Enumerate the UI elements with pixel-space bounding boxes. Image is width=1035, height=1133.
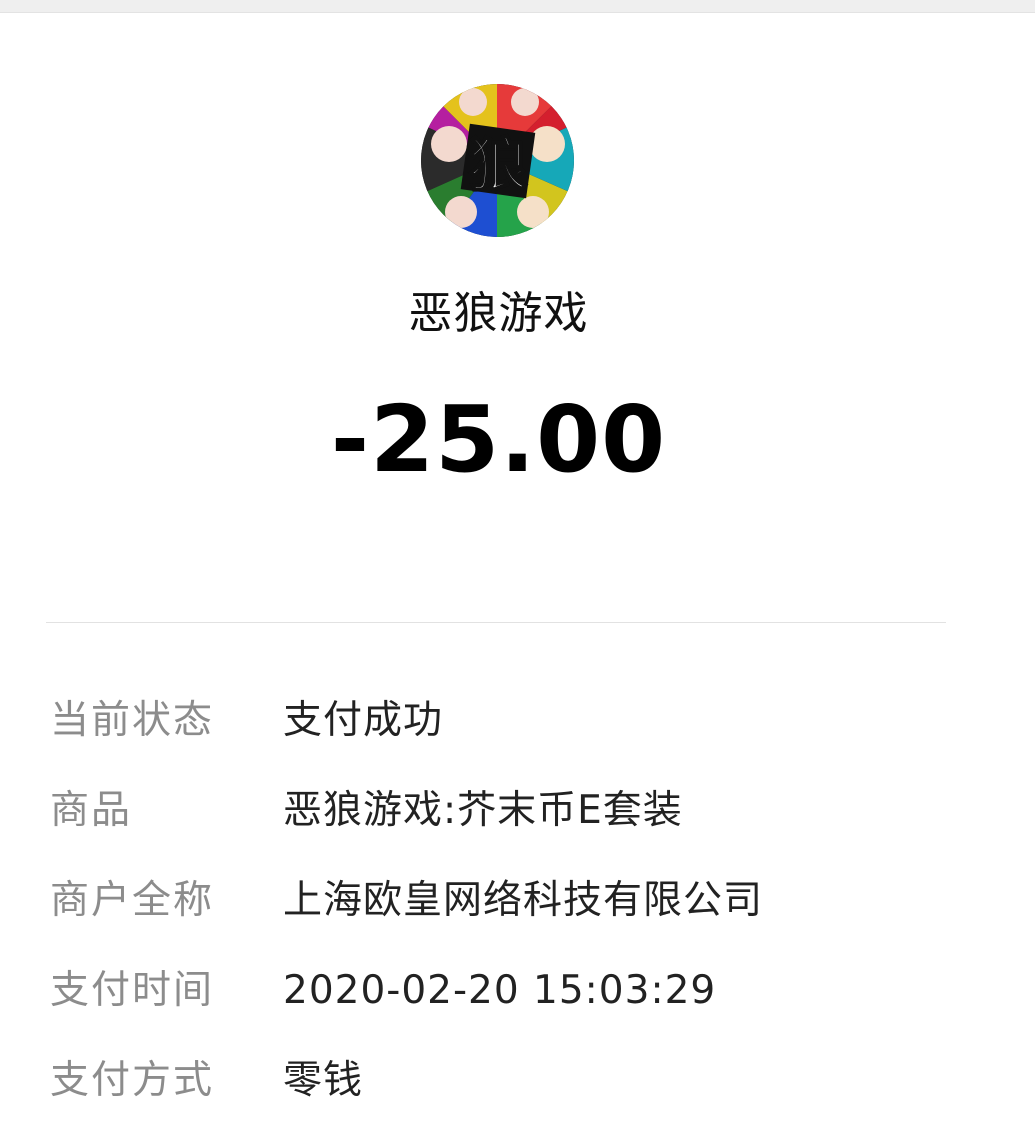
detail-label: 商品 [50,788,133,833]
detail-row-status: 当前状态 支付成功 [0,676,1035,766]
detail-row-merchant-full-name: 商户全称 上海欧皇网络科技有限公司 [0,856,1035,946]
detail-label: 商户全称 [50,878,215,923]
divider [46,622,946,623]
detail-row-payment-time: 支付时间 2020-02-20 15:03:29 [0,946,1035,1036]
detail-row-product: 商品 恶狼游戏:芥末币E套装 [0,766,1035,856]
detail-label: 当前状态 [50,698,215,743]
avatar-character: 狼 [469,131,527,199]
merchant-name: 恶狼游戏 [408,288,589,339]
payment-detail-list: 当前状态 支付成功 商品 恶狼游戏:芥末币E套装 商户全称 上海欧皇网络科技有限… [0,676,1035,1126]
wolf-game-logo-icon: 狼 [421,84,574,237]
payment-amount: -25.00 [330,386,667,493]
detail-label: 支付时间 [50,968,215,1013]
detail-value: 支付成功 [283,698,444,743]
detail-label: 支付方式 [50,1058,215,1103]
merchant-avatar: 狼 [421,84,574,237]
detail-value: 2020-02-20 15:03:29 [283,968,717,1013]
detail-value: 恶狼游戏:芥末币E套装 [283,788,683,833]
detail-value: 上海欧皇网络科技有限公司 [283,878,764,923]
detail-row-payment-method: 支付方式 零钱 [0,1036,1035,1126]
top-status-strip [0,0,1035,13]
detail-value: 零钱 [283,1058,364,1103]
